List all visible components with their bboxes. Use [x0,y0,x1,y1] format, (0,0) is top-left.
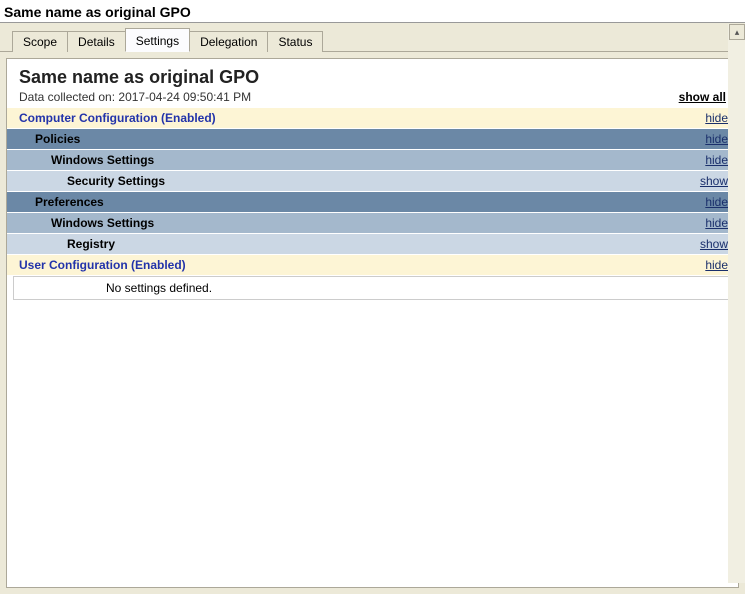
section-security-settings[interactable]: Security Settings show [7,171,738,192]
section-computer-configuration[interactable]: Computer Configuration (Enabled) hide [7,108,738,129]
tab-scope[interactable]: Scope [12,31,68,52]
toggle-hide[interactable]: hide [705,216,728,230]
tab-delegation[interactable]: Delegation [189,31,268,52]
toggle-show[interactable]: show [700,174,728,188]
user-config-no-settings: No settings defined. [13,276,732,300]
section-label: Windows Settings [51,216,154,230]
data-collected-on: Data collected on: 2017-04-24 09:50:41 P… [19,90,259,104]
report-title: Same name as original GPO [19,67,259,88]
section-user-configuration[interactable]: User Configuration (Enabled) hide [7,255,738,276]
section-label: Windows Settings [51,153,154,167]
tab-strip: Scope Details Settings Delegation Status [0,23,745,52]
tab-details[interactable]: Details [67,31,126,52]
section-windows-settings-policies[interactable]: Windows Settings hide [7,150,738,171]
settings-report-pane: Same name as original GPO Data collected… [6,58,739,588]
tab-status[interactable]: Status [267,31,323,52]
section-windows-settings-preferences[interactable]: Windows Settings hide [7,213,738,234]
section-preferences[interactable]: Preferences hide [7,192,738,213]
scroll-up-button[interactable]: ▴ [729,24,745,40]
section-label: Policies [35,132,80,146]
section-registry[interactable]: Registry show [7,234,738,255]
data-collected-timestamp: 2017-04-24 09:50:41 PM [118,90,251,104]
section-label: Security Settings [67,174,165,188]
scrollbar-track[interactable]: ▴ [728,24,745,583]
toggle-hide[interactable]: hide [705,195,728,209]
section-label: Registry [67,237,115,251]
toggle-hide[interactable]: hide [705,132,728,146]
report-header: Same name as original GPO Data collected… [7,59,738,108]
section-policies[interactable]: Policies hide [7,129,738,150]
toggle-hide[interactable]: hide [705,111,728,125]
toggle-hide[interactable]: hide [705,258,728,272]
gpo-report: Same name as original GPO Data collected… [7,59,738,300]
show-all-link[interactable]: show all [679,90,726,104]
chevron-up-icon: ▴ [735,27,740,38]
tab-settings[interactable]: Settings [125,28,190,52]
window-title: Same name as original GPO [0,0,745,23]
section-label: User Configuration (Enabled) [19,258,186,272]
section-label: Computer Configuration (Enabled) [19,111,216,125]
data-collected-prefix: Data collected on: [19,90,118,104]
section-label: Preferences [35,195,104,209]
toggle-hide[interactable]: hide [705,153,728,167]
toggle-show[interactable]: show [700,237,728,251]
